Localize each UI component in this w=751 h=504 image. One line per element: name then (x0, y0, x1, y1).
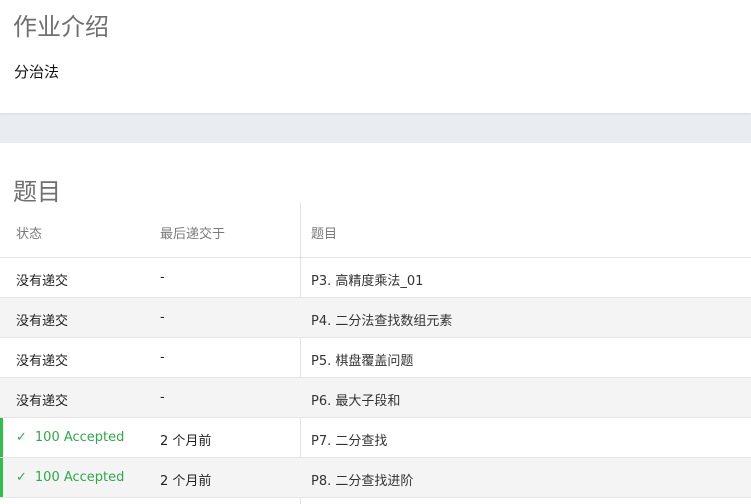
table-row: 没有递交 - P5. 棋盘覆盖问题 (0, 338, 751, 378)
last-submit-time: - (160, 270, 165, 285)
table-header: 状态 最后递交于 题目 (0, 203, 751, 258)
header-problem: 题目 (311, 227, 338, 242)
problems-heading: 题目 (13, 178, 61, 206)
status-text: 100 Accepted (34, 470, 125, 485)
status-text[interactable]: 没有递交 (16, 310, 68, 329)
table-row: ✓ 100 Accepted 2 个月前 P8. 二分查找进阶 (0, 458, 751, 498)
problem-link[interactable]: P5. 棋盘覆盖问题 (311, 350, 413, 369)
assignment-intro-card: 作业介绍 分治法 (0, 0, 751, 113)
last-submit-time: - (160, 310, 165, 325)
last-submit-time: - (160, 350, 165, 365)
problem-link[interactable]: P6. 最大子段和 (311, 390, 400, 409)
problem-link[interactable]: P7. 二分查找 (311, 430, 387, 449)
status-text[interactable]: 没有递交 (16, 390, 68, 409)
status-accepted[interactable]: ✓ 100 Accepted (16, 470, 124, 485)
table-row: 没有递交 - P6. 最大子段和 (0, 378, 751, 418)
problems-table: 状态 最后递交于 题目 没有递交 - P3. 高精度乘法_01 没有递交 - P… (0, 203, 751, 504)
problem-link[interactable]: P3. 高精度乘法_01 (311, 270, 423, 289)
status-accepted[interactable]: ✓ 100 Accepted (16, 430, 124, 445)
table-row: 没有递交 - P4. 二分法查找数组元素 (0, 298, 751, 338)
header-status: 状态 (16, 227, 43, 242)
table-row: ✓ 100 Accepted 2 个月前 P7. 二分查找 (0, 418, 751, 458)
last-submit-time: 2 个月前 (160, 434, 212, 449)
table-row: 没有递交 - P3. 高精度乘法_01 (0, 258, 751, 298)
last-submit-time: - (160, 390, 165, 405)
checkmark-icon: ✓ (16, 430, 27, 445)
status-text[interactable]: 没有递交 (16, 350, 68, 369)
status-text[interactable]: 没有递交 (16, 270, 68, 289)
checkmark-icon: ✓ (16, 470, 27, 485)
intro-text: 分治法 (14, 63, 60, 81)
problem-link[interactable]: P4. 二分法查找数组元素 (311, 310, 452, 329)
header-last-submit: 最后递交于 (160, 227, 226, 242)
intro-heading: 作业介绍 (13, 13, 109, 41)
last-submit-time: 2 个月前 (160, 474, 212, 489)
problem-link[interactable]: P8. 二分查找进阶 (311, 470, 413, 489)
problems-card: 题目 状态 最后递交于 题目 没有递交 - P3. 高精度乘法_01 没有递交 … (0, 143, 751, 504)
status-text: 100 Accepted (34, 430, 125, 445)
